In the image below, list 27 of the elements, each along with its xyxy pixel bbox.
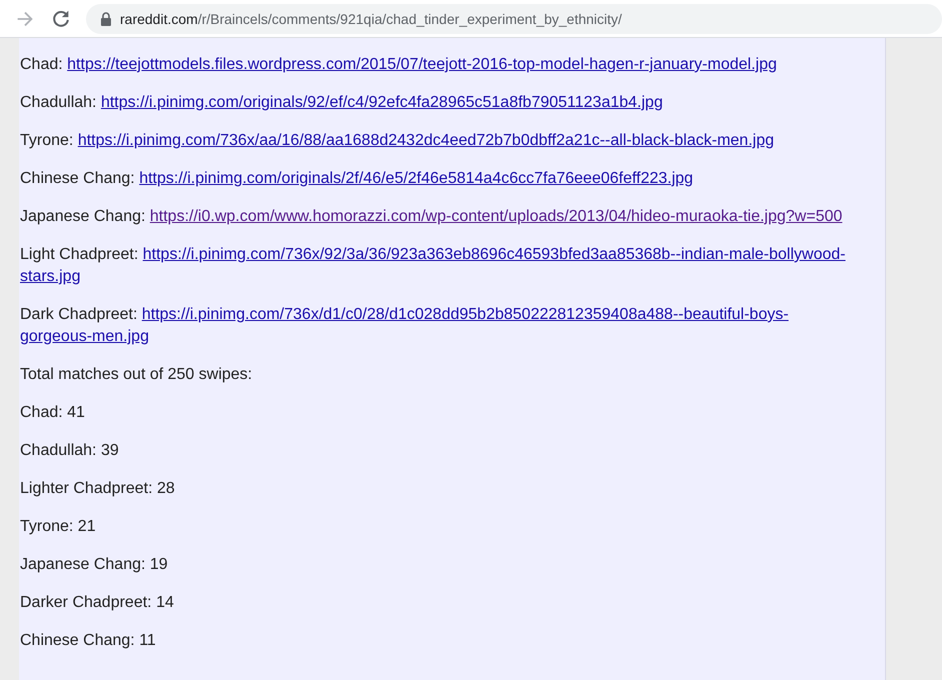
- link-line: Chadullah: https://i.pinimg.com/originals/92/ef/c4/92efc4fa28965c51a8fb79051123a1b4.jpg: [20, 93, 664, 113]
- image-link[interactable]: https://i.pinimg.com/originals/2f/46/e5/2f46e5814a4c6cc7fa76eee06feff223.jpg: [139, 170, 694, 187]
- paragraph: Japanese Chang: 19: [20, 555, 169, 575]
- link-line: Light Chadpreet: https://i.pinimg.com/736x/92/3a/36/923a363eb8696c46593bfed3aa85368b--indian-male-bollywood- stars.jpg: [20, 245, 846, 287]
- image-link[interactable]: https://i.pinimg.com/736x/92/3a/36/923a363eb8696c46593bfed3aa85368b--indian-male-bollywood-: [142, 246, 846, 263]
- paragraph: Chinese Chang: 11: [20, 631, 157, 651]
- image-link[interactable]: https://i.pinimg.com/736x/aa/16/88/aa1688d2432dc4eed72b7b0dbff2a21c--all-black-black-men.jpg: [78, 132, 774, 149]
- paragraph: Darker Chadpreet: 14: [20, 593, 175, 613]
- image-link[interactable]: https://i.pinimg.com/originals/92/ef/c4/92efc4fa28965c51a8fb79051123a1b4.jpg: [100, 94, 663, 111]
- link-line: Japanese Chang: https://i0.wp.com/www.homorazzi.com/wp-content/uploads/2013/04/hideo-muraoka-tie.jpg?w=500: [20, 207, 844, 227]
- address-text: rareddit.com/r/Braincels/comments/921qia/chad_tinder_experiment_by_ethnicity/: [120, 10, 622, 26]
- address-bar[interactable]: rareddit.com/r/Braincels/comments/921qia/chad_tinder_experiment_by_ethnicity/: [86, 4, 942, 34]
- link-line: Chad: https://teejottmodels.files.wordpress.com/2015/07/teejott-2016-top-model-hagen-r-january-model.jpg: [20, 55, 778, 75]
- paragraph: Lighter Chadpreet: 28: [20, 479, 176, 499]
- link-line: Tyrone: https://i.pinimg.com/736x/aa/16/88/aa1688d2432dc4eed72b7b0dbff2a21c--all-black-black-men.jpg: [20, 131, 775, 151]
- link-line: Dark Chadpreet: https://i.pinimg.com/736x/d1/c0/28/d1c028dd95b2b850222812359408a488--beautiful-boys- gorgeous-men.jpg: [20, 305, 790, 347]
- image-link[interactable]: https://teejottmodels.files.wordpress.com/2015/07/teejott-2016-top-model-hagen-r-january-model.jpg: [67, 56, 777, 73]
- paragraph: Tyrone: 21: [20, 517, 97, 537]
- link-line: Chinese Chang: https://i.pinimg.com/originals/2f/46/e5/2f46e5814a4c6cc7fa76eee06feff223.jpg: [20, 169, 694, 189]
- image-link[interactable]: stars.jpg: [20, 268, 80, 285]
- paragraph: Chad: 41: [20, 403, 86, 423]
- paragraph: Chadullah: 39: [20, 441, 120, 461]
- image-link[interactable]: https://i0.wp.com/www.homorazzi.com/wp-content/uploads/2013/04/hideo-muraoka-tie.jpg?w=500: [150, 208, 842, 225]
- image-link[interactable]: gorgeous-men.jpg: [20, 328, 149, 345]
- image-link[interactable]: https://i.pinimg.com/736x/d1/c0/28/d1c028dd95b2b850222812359408a488--beautiful-boys-: [142, 306, 789, 323]
- lock-icon: [100, 12, 112, 26]
- paragraph: Total matches out of 250 swipes:: [20, 365, 254, 385]
